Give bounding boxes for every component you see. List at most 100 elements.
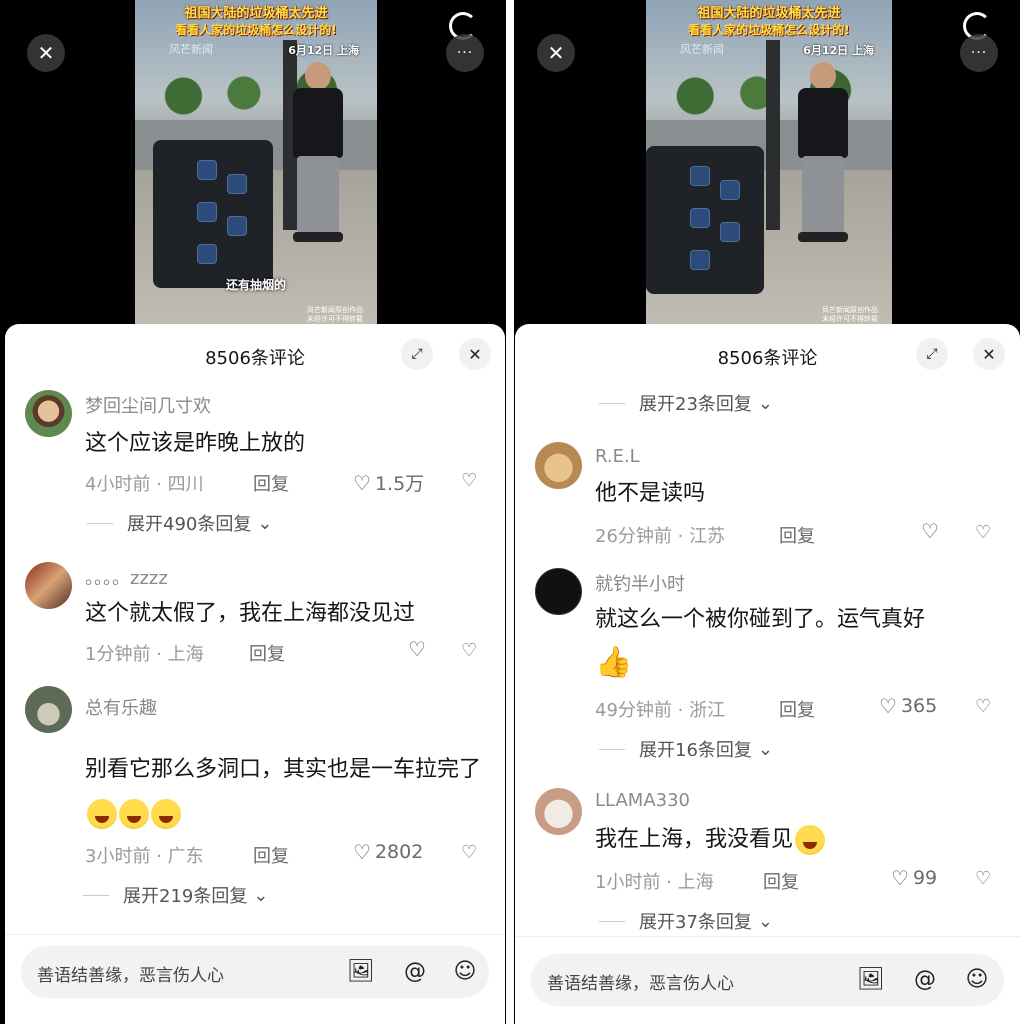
comment-username[interactable]: 。。。。zzzz xyxy=(85,564,168,590)
comment-username[interactable]: LLAMA330 xyxy=(595,790,690,811)
like-count: 2802 xyxy=(374,841,424,863)
video-pole xyxy=(766,40,780,230)
like-button[interactable]: ♡ 1.5万 xyxy=(353,469,424,496)
image-icon[interactable]: 🖼 xyxy=(347,957,375,985)
expand-replies-label: 展开490条回复 xyxy=(127,514,252,535)
comment-sheet-header: 8506条评论 ⤢ ✕ xyxy=(515,324,1020,386)
comment-username[interactable]: R.E.L xyxy=(595,446,640,467)
comment-input-bar[interactable]: 善语结善缘，恶言伤人心 🖼 @ ☺ xyxy=(531,954,1004,1006)
more-icon: ··· xyxy=(456,45,474,61)
emoji-icon[interactable]: ☺ xyxy=(451,957,479,985)
comment-emoji-line: 👍 xyxy=(595,644,998,688)
close-sheet-button[interactable]: ✕ xyxy=(459,338,491,370)
expand-sheet-button[interactable]: ⤢ xyxy=(401,338,433,370)
avatar[interactable] xyxy=(535,788,582,835)
emoji-icon[interactable]: ☺ xyxy=(963,965,991,993)
dislike-icon: ♡ xyxy=(461,640,478,661)
video-date: 6月12日 上海 xyxy=(288,44,359,57)
dislike-icon: ♡ xyxy=(975,522,992,543)
chevron-down-icon: ⌄ xyxy=(757,910,773,932)
close-icon: ✕ xyxy=(982,344,996,364)
watermark-line-1: 风芒新闻原创作品 xyxy=(822,306,878,314)
screenshot-root: 祖国大陆的垃圾桶太先进 看看人家的垃圾桶怎么设计的! 风芒新闻 6月12日 上海… xyxy=(0,0,1024,1024)
close-video-button[interactable]: ✕ xyxy=(27,34,65,72)
like-button[interactable]: ♡ xyxy=(408,639,426,659)
close-sheet-button[interactable]: ✕ xyxy=(973,338,1005,370)
comment-username[interactable]: 梦回尘间几寸欢 xyxy=(85,392,211,418)
expand-replies-label: 展开23条回复 xyxy=(639,394,752,415)
heart-icon: ♡ xyxy=(408,637,426,661)
at-icon[interactable]: @ xyxy=(401,957,429,985)
video-date: 6月12日 上海 xyxy=(803,44,874,57)
expand-replies-button[interactable]: 展开490条回复 ⌄ xyxy=(87,510,272,536)
avatar[interactable] xyxy=(25,686,72,733)
comment-username[interactable]: 就钓半小时 xyxy=(595,570,685,596)
comment-text: 我在上海，我没看见 xyxy=(595,818,998,862)
expand-icon: ⤢ xyxy=(411,346,423,362)
expand-replies-button[interactable]: 展开16条回复 ⌄ xyxy=(599,736,773,762)
more-options-button[interactable]: ··· xyxy=(960,34,998,72)
image-icon[interactable]: 🖼 xyxy=(857,965,885,993)
expand-replies-button[interactable]: 展开219条回复 ⌄ xyxy=(83,882,268,908)
dislike-icon: ♡ xyxy=(461,842,478,863)
comment-text-body: 别看它那么多洞口，其实也是一车拉完了 xyxy=(85,757,482,782)
expand-sheet-button[interactable]: ⤢ xyxy=(916,338,948,370)
expand-replies-label: 展开219条回复 xyxy=(123,886,248,907)
more-options-button[interactable]: ··· xyxy=(446,34,484,72)
video-frame: 祖国大陆的垃圾桶太先进 看看人家的垃圾桶怎么设计的! 风芒新闻 6月12日 上海… xyxy=(135,0,377,330)
at-icon[interactable]: @ xyxy=(911,965,939,993)
like-button[interactable]: ♡ 2802 xyxy=(353,841,423,863)
like-button[interactable]: ♡ 99 xyxy=(891,867,937,889)
watermark-line-1: 风芒新闻原创作品 xyxy=(307,306,363,314)
like-count: 99 xyxy=(912,867,938,889)
dislike-button[interactable]: ♡ xyxy=(975,868,997,890)
reply-button[interactable]: 回复 xyxy=(253,842,289,868)
reply-button[interactable]: 回复 xyxy=(253,470,289,496)
thumbs-up-icon: 👍 xyxy=(595,645,633,680)
like-button[interactable]: ♡ xyxy=(921,521,939,541)
chevron-down-icon: ⌄ xyxy=(757,392,773,414)
avatar[interactable] xyxy=(535,442,582,489)
heart-icon: ♡ xyxy=(921,519,939,543)
close-video-button[interactable]: ✕ xyxy=(537,34,575,72)
dislike-button[interactable]: ♡ xyxy=(461,640,483,662)
video-trash-bin xyxy=(646,146,764,294)
comment-time-location: 3小时前 · 广东 xyxy=(85,846,204,867)
like-count: 1.5万 xyxy=(374,473,425,495)
expand-replies-button[interactable]: 展开23条回复 ⌄ xyxy=(599,390,773,416)
reply-button[interactable]: 回复 xyxy=(779,522,815,548)
avatar[interactable] xyxy=(25,562,72,609)
dislike-button[interactable]: ♡ xyxy=(461,842,483,864)
avatar[interactable] xyxy=(535,568,582,615)
reply-button[interactable]: 回复 xyxy=(763,868,799,894)
dislike-button[interactable]: ♡ xyxy=(461,470,483,492)
expand-replies-button[interactable]: 展开37条回复 ⌄ xyxy=(599,908,773,934)
like-count: 365 xyxy=(900,695,938,717)
comment-input[interactable]: 善语结善缘，恶言伤人心 xyxy=(37,961,224,986)
like-button[interactable]: ♡ 365 xyxy=(879,695,937,717)
video-watermark: 风芒新闻原创作品 未经许可不得转载 xyxy=(307,306,363,324)
video-brand: 风芒新闻 xyxy=(169,43,213,56)
comment-username[interactable]: 总有乐趣 xyxy=(85,694,157,720)
comment-text: 这个就太假了，我在上海都没见过 xyxy=(85,601,416,626)
video-caption: 还有抽烟的 xyxy=(225,278,286,292)
comment-sheet: 8506条评论 ⤢ ✕ 展开23条回复 ⌄ R.E.L 他不是读吗 26分钟前 ·… xyxy=(515,324,1020,1024)
laughing-emoji-icon xyxy=(87,799,117,829)
comment-text: 这个应该是昨晚上放的 xyxy=(85,431,306,456)
video-player[interactable]: 祖国大陆的垃圾桶太先进 看看人家的垃圾桶怎么设计的! 风芒新闻 6月12日 上海… xyxy=(514,0,1020,330)
close-icon: ✕ xyxy=(468,344,482,364)
dislike-button[interactable]: ♡ xyxy=(975,522,997,544)
comment-input[interactable]: 善语结善缘，恶言伤人心 xyxy=(547,969,734,994)
laughing-emoji-icon xyxy=(119,799,149,829)
video-watermark: 风芒新闻原创作品 未经许可不得转载 xyxy=(822,306,878,324)
reply-button[interactable]: 回复 xyxy=(779,696,815,722)
video-player[interactable]: 祖国大陆的垃圾桶太先进 看看人家的垃圾桶怎么设计的! 风芒新闻 6月12日 上海… xyxy=(0,0,506,330)
reply-button[interactable]: 回复 xyxy=(249,640,285,666)
heart-icon: ♡ xyxy=(353,470,371,495)
comment-input-bar[interactable]: 善语结善缘，恶言伤人心 🖼 @ ☺ xyxy=(21,946,489,998)
avatar[interactable] xyxy=(25,390,72,437)
heart-icon: ♡ xyxy=(353,840,371,864)
chevron-down-icon: ⌄ xyxy=(253,884,269,906)
dislike-button[interactable]: ♡ xyxy=(975,696,997,718)
comment-time-location: 49分钟前 · 浙江 xyxy=(595,700,726,721)
